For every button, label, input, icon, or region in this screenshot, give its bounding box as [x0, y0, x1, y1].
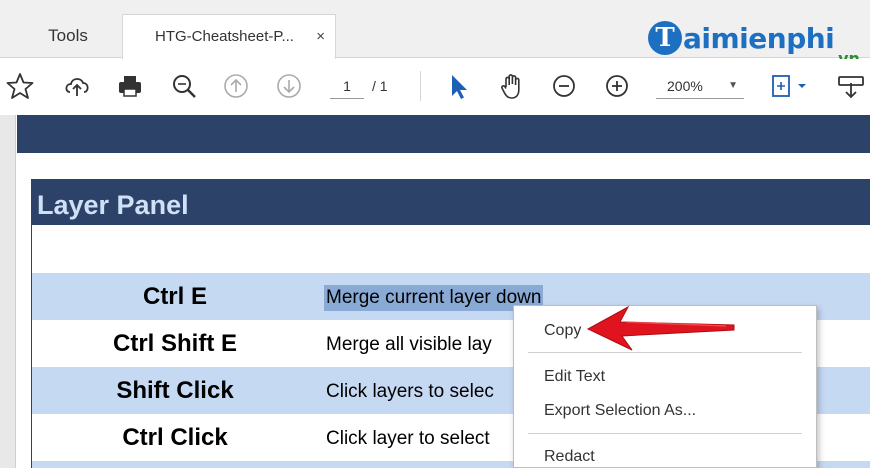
menu-item-copy[interactable]: Copy — [544, 320, 581, 342]
shortcut-key: Ctrl E — [142, 283, 207, 310]
page-total: / 1 — [372, 78, 388, 94]
select-arrow-icon[interactable] — [443, 71, 473, 101]
menu-item-export-selection[interactable]: Export Selection As... — [544, 400, 696, 422]
watermark-badge: T — [648, 21, 682, 55]
fit-page-icon[interactable] — [768, 71, 812, 101]
shortcut-key: Shift Click — [116, 377, 234, 404]
zoom-out-icon[interactable] — [549, 71, 579, 101]
annotation-arrow-icon — [586, 305, 735, 351]
shortcut-key: Ctrl Shift E — [113, 330, 237, 357]
zoom-select[interactable]: 200% ▼ — [656, 75, 744, 99]
page-down-icon[interactable] — [274, 71, 304, 101]
panel-title: Layer Panel — [32, 179, 870, 225]
upload-icon[interactable] — [62, 71, 92, 101]
shortcut-key: Ctrl Click — [122, 424, 228, 451]
document-header-band — [17, 115, 870, 153]
hand-icon[interactable] — [497, 71, 527, 101]
shortcut-description: Merge all visible lay — [326, 334, 492, 355]
page-number-input[interactable]: 1 — [330, 75, 364, 99]
watermark-logo: T aimienphi — [648, 18, 835, 58]
toolbar-divider — [420, 71, 421, 101]
menu-separator — [528, 352, 802, 353]
menu-item-redact[interactable]: Redact — [544, 446, 595, 467]
page-up-icon[interactable] — [221, 71, 251, 101]
zoom-in-icon[interactable] — [602, 71, 632, 101]
shortcut-description: Click layer to select — [326, 428, 490, 449]
shortcut-description-selected[interactable]: Merge current layer down — [324, 285, 544, 311]
menu-separator — [528, 433, 802, 434]
menu-item-edit-text[interactable]: Edit Text — [544, 366, 605, 388]
chevron-down-icon: ▼ — [728, 80, 738, 91]
tab-document[interactable]: HTG-Cheatsheet-P... × — [122, 14, 336, 59]
print-icon[interactable] — [115, 71, 145, 101]
close-icon[interactable]: × — [316, 15, 325, 59]
document-gutter — [0, 115, 16, 468]
toolbar: 1 / 1 200% ▼ — [0, 59, 870, 115]
tab-tools[interactable]: Tools — [14, 14, 122, 58]
zoom-search-icon[interactable] — [169, 71, 199, 101]
shortcut-description: Click layers to selec — [326, 381, 494, 402]
watermark-text: aimienphi — [683, 21, 835, 55]
star-icon[interactable] — [5, 71, 35, 101]
zoom-value: 200% — [667, 78, 703, 94]
tab-document-label: HTG-Cheatsheet-P... — [155, 28, 294, 45]
download-icon[interactable] — [836, 71, 866, 101]
tab-bar: Tools HTG-Cheatsheet-P... × T aimienphi … — [0, 0, 870, 68]
